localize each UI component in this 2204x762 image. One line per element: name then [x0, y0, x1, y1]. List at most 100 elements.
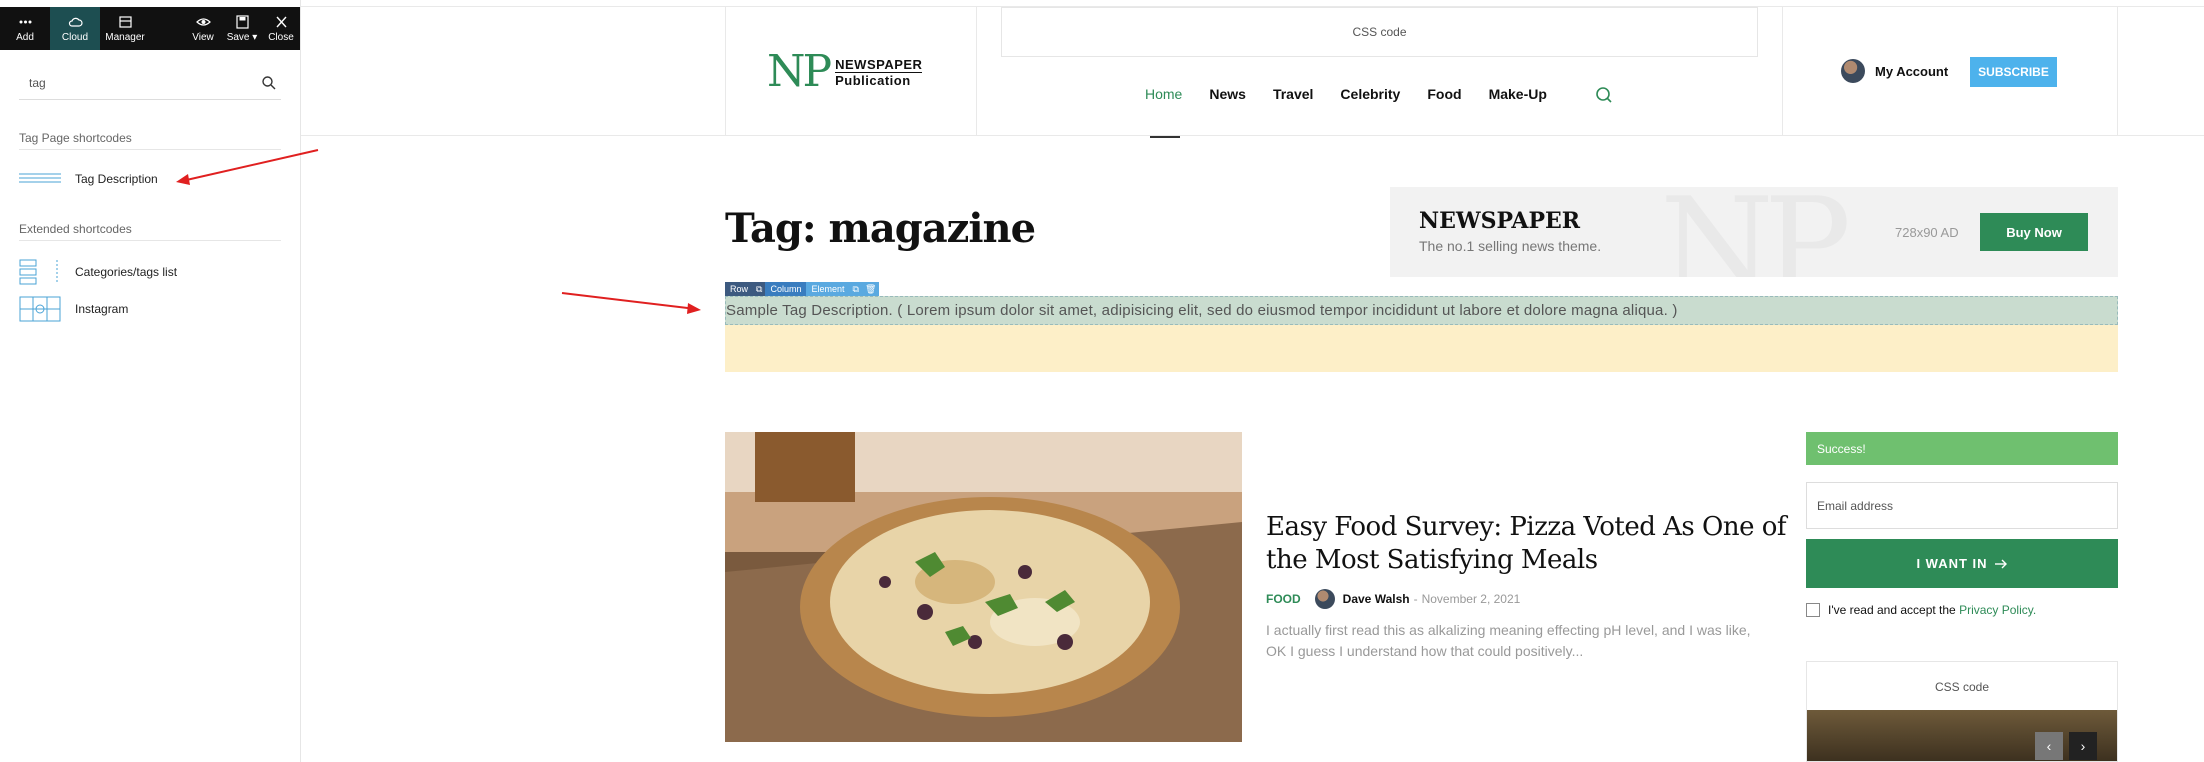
- instagram-grid-icon: [19, 296, 61, 322]
- close-icon: [275, 16, 287, 27]
- save-button[interactable]: Save ▾: [222, 7, 262, 50]
- header-divider: [976, 7, 977, 136]
- avatar: [1841, 59, 1865, 83]
- categories-list-icon: [19, 259, 58, 285]
- nav-news[interactable]: News: [1209, 86, 1246, 102]
- row-handle[interactable]: Row: [725, 282, 754, 296]
- header-divider: [1782, 7, 1783, 136]
- annotation-arrow-icon: [561, 292, 701, 314]
- view-button[interactable]: View: [184, 7, 222, 50]
- empty-block-placeholder: [725, 325, 2118, 372]
- want-in-label: I WANT IN: [1916, 556, 1988, 571]
- privacy-text: I've read and accept the Privacy Policy.: [1828, 603, 2037, 617]
- element-toolbar: Row ⧉ Column Element ⧉ 🗑: [725, 282, 880, 296]
- nav-travel[interactable]: Travel: [1273, 86, 1313, 102]
- add-button[interactable]: Add: [0, 7, 50, 50]
- author-avatar: [1314, 589, 1335, 609]
- privacy-checkbox[interactable]: [1806, 603, 1820, 617]
- manager-label: Manager: [105, 31, 145, 43]
- meta-separator: -: [1413, 592, 1418, 606]
- css-code-placeholder: CSS code: [1001, 7, 1758, 57]
- search-icon[interactable]: [1595, 86, 1613, 104]
- account-label: My Account: [1875, 63, 1949, 79]
- i-want-in-button[interactable]: I WANT IN: [1806, 539, 2118, 588]
- privacy-policy-link[interactable]: Privacy Policy.: [1959, 603, 2036, 617]
- shortcode-tag-description[interactable]: Tag Description: [19, 171, 158, 187]
- section-title-tag-page: Tag Page shortcodes: [19, 131, 132, 145]
- post-meta: FOOD Dave Walsh - November 2, 2021: [1266, 589, 1520, 609]
- search-input[interactable]: [29, 76, 249, 90]
- save-icon: [235, 14, 249, 29]
- close-button[interactable]: Close: [262, 7, 300, 50]
- nav-home[interactable]: Home: [1145, 86, 1182, 102]
- cloud-icon: [68, 17, 83, 27]
- buy-now-button[interactable]: Buy Now: [1980, 213, 2088, 251]
- cloud-button[interactable]: Cloud: [50, 7, 100, 50]
- header-divider: [725, 7, 726, 136]
- editor-panel: Add Cloud Manager View Save ▾ Close Tag …: [0, 0, 301, 762]
- tag-description-icon: [19, 173, 61, 183]
- my-account-link[interactable]: My Account: [1841, 59, 1948, 83]
- slider-next-button[interactable]: ›: [2069, 732, 2097, 760]
- dots-icon: [19, 20, 31, 23]
- editor-toolbar: Add Cloud Manager View Save ▾ Close: [0, 7, 300, 50]
- subscribe-button[interactable]: SUBSCRIBE: [1970, 57, 2057, 87]
- nav-active-underline: [1150, 136, 1180, 138]
- shortcode-search: [19, 68, 281, 100]
- eye-icon: [195, 17, 211, 26]
- arrow-right-icon: [1994, 559, 2007, 568]
- row-copy-icon[interactable]: ⧉: [753, 282, 766, 296]
- success-message: Success!: [1806, 432, 2118, 465]
- css-code-label: CSS code: [1934, 680, 1990, 694]
- privacy-consent: I've read and accept the Privacy Policy.: [1806, 603, 2036, 617]
- ad-watermark: NP: [1660, 187, 1851, 277]
- nav-food[interactable]: Food: [1427, 86, 1461, 102]
- post-excerpt: I actually first read this as alkalizing…: [1266, 622, 1751, 659]
- page-title: Tag: magazine: [725, 205, 1036, 252]
- post-date: November 2, 2021: [1421, 592, 1521, 606]
- add-label: Add: [16, 31, 34, 43]
- shortcode-categories-tags-list[interactable]: Categories/tags list: [19, 259, 177, 285]
- manager-icon: [118, 15, 132, 28]
- close-label: Close: [268, 31, 294, 43]
- header-divider: [2117, 7, 2118, 136]
- email-field[interactable]: Email address: [1806, 482, 2118, 529]
- ad-subtitle: The no.1 selling news theme.: [1419, 238, 1602, 254]
- shortcode-label: Categories/tags list: [75, 265, 178, 279]
- logo-line-1: NEWSPAPER: [835, 56, 923, 73]
- shortcode-label: Instagram: [75, 302, 129, 316]
- main-nav: Home News Travel Celebrity Food Make-Up: [1145, 86, 1574, 102]
- section-divider: [19, 240, 281, 241]
- site-logo[interactable]: NP NEWSPAPER Publication: [767, 46, 923, 97]
- post-image[interactable]: [725, 432, 1242, 742]
- ad-banner[interactable]: NP NEWSPAPER The no.1 selling news theme…: [1390, 187, 2118, 277]
- element-handle[interactable]: Element: [806, 282, 850, 296]
- post-category[interactable]: FOOD: [1266, 592, 1301, 606]
- manager-button[interactable]: Manager: [100, 7, 150, 50]
- search-icon[interactable]: [261, 75, 277, 91]
- column-handle[interactable]: Column: [765, 282, 807, 296]
- nav-make-up[interactable]: Make-Up: [1489, 86, 1547, 102]
- tag-description[interactable]: Sample Tag Description. ( Lorem ipsum do…: [725, 296, 2118, 325]
- logo-line-2: Publication: [835, 72, 911, 88]
- view-label: View: [192, 31, 214, 43]
- save-label: Save ▾: [226, 31, 258, 43]
- shortcode-instagram[interactable]: Instagram: [19, 296, 128, 322]
- css-code-widget: CSS code ‹ ›: [1806, 661, 2118, 762]
- post-author[interactable]: Dave Walsh: [1343, 592, 1410, 606]
- post-title[interactable]: Easy Food Survey: Pizza Voted As One of …: [1266, 511, 1787, 577]
- delete-icon[interactable]: 🗑: [861, 282, 880, 296]
- section-title-extended: Extended shortcodes: [19, 222, 132, 236]
- ad-title: NEWSPAPER: [1419, 208, 1581, 234]
- pizza-image: [725, 432, 1242, 742]
- logo-mark: NP: [767, 46, 832, 97]
- copy-icon[interactable]: ⧉: [849, 282, 862, 296]
- top-bar: [301, 0, 2204, 7]
- logo-text: NEWSPAPER Publication: [835, 56, 923, 88]
- slider-prev-button[interactable]: ‹: [2035, 732, 2063, 760]
- annotation-arrow-icon: [176, 149, 319, 185]
- shortcode-label: Tag Description: [75, 172, 158, 186]
- ad-size: 728x90 AD: [1895, 225, 1959, 240]
- nav-celebrity[interactable]: Celebrity: [1340, 86, 1400, 102]
